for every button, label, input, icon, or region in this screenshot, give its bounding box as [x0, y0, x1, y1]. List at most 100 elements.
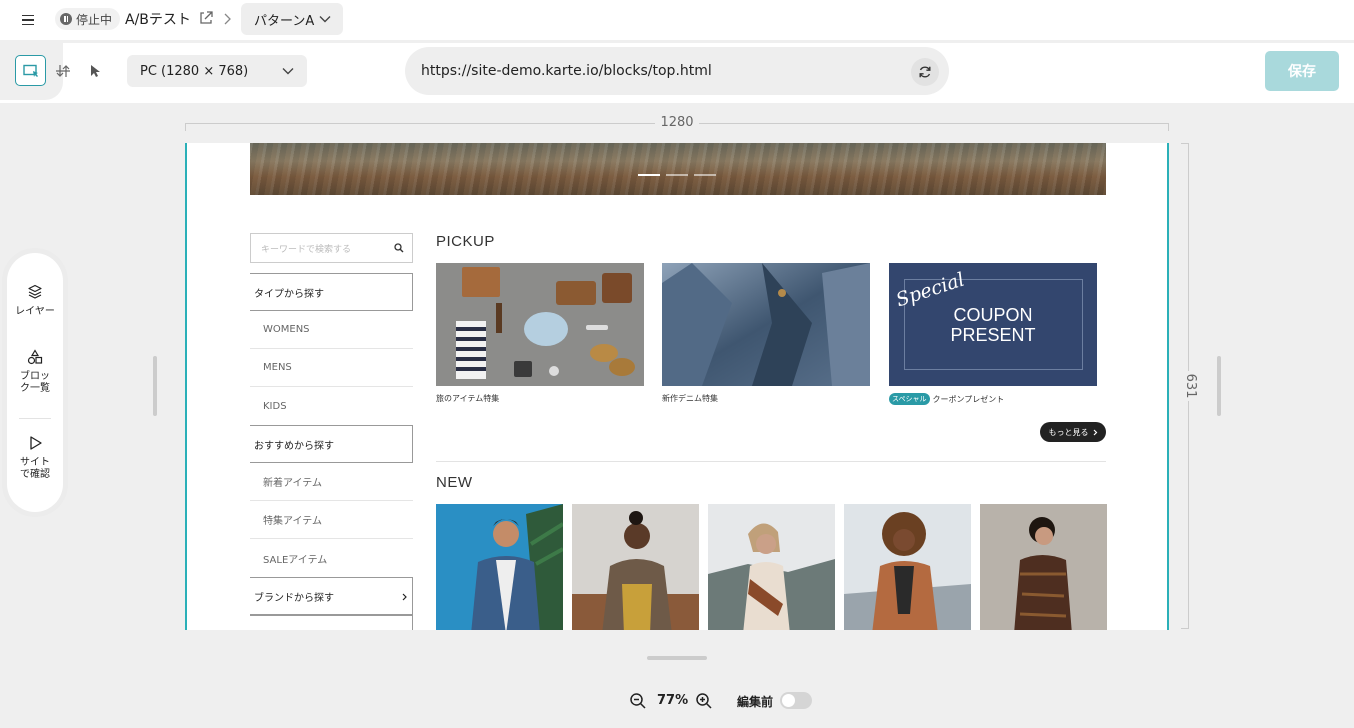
side-panel: レイヤー ブロック一覧 サイトで確認	[7, 253, 63, 512]
model-photo	[708, 504, 835, 630]
cursor-icon	[90, 64, 100, 77]
top-bar: 停止中 A/Bテスト パターンA	[0, 0, 1354, 40]
more-button[interactable]: もっと見る	[1040, 422, 1106, 442]
status-text: 停止中	[76, 12, 113, 27]
side-item-preview[interactable]: サイトで確認	[7, 435, 63, 481]
side-item-label: ブロック一覧	[20, 371, 50, 394]
special-badge: スペシャル	[889, 393, 930, 405]
pattern-label: パターンA	[254, 13, 315, 29]
pickup-caption-coupon[interactable]: スペシャル クーポンプレゼント	[889, 393, 1004, 405]
category-item-kids[interactable]: KIDS	[250, 387, 413, 425]
chevron-down-icon	[282, 68, 294, 75]
pickup-caption[interactable]: 旅のアイテム特集	[436, 393, 499, 404]
category-label: おすすめから探す	[254, 440, 334, 452]
before-edit-toggle[interactable]	[780, 692, 812, 709]
carousel-dot[interactable]	[694, 174, 716, 176]
reload-icon	[919, 66, 931, 78]
search-placeholder: キーワードで検索する	[261, 244, 352, 255]
pause-icon	[60, 13, 72, 25]
device-label: PC (1280 × 768)	[140, 63, 249, 79]
pickup-image-coupon[interactable]: Special COUPON PRESENT	[889, 263, 1097, 386]
chevron-right-icon	[224, 13, 231, 25]
side-item-label: レイヤー	[15, 306, 55, 317]
zoom-out-icon[interactable]	[629, 692, 647, 710]
category-item-new[interactable]: 新着アイテム	[250, 463, 413, 501]
url-input[interactable]: https://site-demo.karte.io/blocks/top.ht…	[405, 47, 949, 95]
denim-photo	[662, 263, 870, 386]
category-heading-next[interactable]	[250, 615, 413, 630]
chevron-down-icon	[319, 16, 331, 23]
zoom-level: 77%	[657, 693, 689, 708]
width-label: 1280	[655, 115, 699, 130]
menu-icon[interactable]	[18, 10, 38, 30]
edit-toggle-label: 編集前	[737, 695, 774, 709]
hero-banner[interactable]	[250, 143, 1106, 195]
chevron-right-icon	[1093, 429, 1097, 435]
category-heading-brand[interactable]: ブランドから探す	[250, 577, 413, 615]
side-item-label: サイトで確認	[20, 457, 50, 480]
shapes-icon	[27, 349, 43, 365]
side-item-layers[interactable]: レイヤー	[7, 284, 63, 318]
new-item-image[interactable]	[708, 504, 835, 630]
category-label: MENS	[263, 362, 292, 373]
pickup-title: PICKUP	[436, 233, 495, 250]
status-badge: 停止中	[55, 8, 121, 30]
carousel-dot[interactable]	[638, 174, 660, 176]
category-label: 特集アイテム	[263, 516, 322, 527]
category-label: KIDS	[263, 400, 287, 412]
category-heading-type[interactable]: タイプから探す	[250, 273, 413, 311]
category-heading-recommend[interactable]: おすすめから探す	[250, 425, 413, 463]
category-label: ブランドから探す	[254, 592, 334, 604]
travel-items-photo	[436, 263, 644, 386]
pickup-caption: クーポンプレゼント	[932, 394, 1005, 404]
pickup-image-denim[interactable]	[662, 263, 870, 386]
search-icon	[394, 243, 404, 253]
new-item-image[interactable]	[572, 504, 699, 630]
play-icon	[30, 436, 42, 450]
zoom-in-icon[interactable]	[695, 692, 713, 710]
category-item-feature[interactable]: 特集アイテム	[250, 501, 413, 539]
site-search-input[interactable]: キーワードで検索する	[250, 233, 413, 263]
side-separator	[19, 418, 51, 419]
reorder-tool[interactable]	[47, 55, 78, 86]
more-label: もっと見る	[1048, 427, 1089, 437]
editor-toolbar: PC (1280 × 768) https://site-demo.karte.…	[0, 43, 1354, 103]
url-text: https://site-demo.karte.io/blocks/top.ht…	[421, 63, 712, 79]
coupon-text: COUPON PRESENT	[931, 305, 1055, 345]
reload-button[interactable]	[911, 58, 939, 86]
carousel-dot[interactable]	[666, 174, 688, 176]
resize-handle-bottom[interactable]	[647, 656, 707, 660]
coupon-line: COUPON	[953, 305, 1033, 325]
new-item-image[interactable]	[844, 504, 971, 630]
external-link-icon[interactable]	[198, 10, 214, 26]
category-item-mens[interactable]: MENS	[250, 349, 413, 387]
category-label: WOMENS	[263, 324, 310, 335]
new-item-image[interactable]	[436, 504, 563, 630]
new-title: NEW	[436, 474, 473, 491]
select-element-tool[interactable]	[15, 55, 46, 86]
select-frame-icon	[22, 64, 38, 77]
category-label: SALEアイテム	[263, 554, 328, 566]
pattern-dropdown[interactable]: パターンA	[241, 3, 343, 35]
swap-vertical-icon	[55, 64, 70, 77]
pointer-tool[interactable]	[79, 55, 110, 86]
model-photo	[572, 504, 699, 630]
category-item-sale[interactable]: SALEアイテム	[250, 539, 413, 577]
new-item-image[interactable]	[980, 504, 1107, 630]
campaign-title[interactable]: A/Bテスト	[125, 9, 191, 29]
side-item-blocks[interactable]: ブロック一覧	[7, 349, 63, 395]
height-label: 631	[1178, 371, 1198, 401]
model-photo	[844, 504, 971, 630]
pickup-caption[interactable]: 新作デニム特集	[662, 393, 718, 404]
category-item-womens[interactable]: WOMENS	[250, 311, 413, 349]
preview-canvas[interactable]: キーワードで検索する タイプから探す WOMENS MENS KIDS おすすめ…	[185, 143, 1169, 630]
coupon-line: PRESENT	[950, 325, 1036, 345]
pickup-image-travel[interactable]	[436, 263, 644, 386]
resize-handle-right[interactable]	[1217, 356, 1221, 416]
device-dropdown[interactable]: PC (1280 × 768)	[127, 55, 307, 87]
model-photo	[980, 504, 1107, 630]
resize-handle-left[interactable]	[153, 356, 157, 416]
chevron-right-icon	[402, 593, 407, 601]
model-photo	[436, 504, 563, 630]
save-button[interactable]: 保存	[1265, 51, 1339, 91]
